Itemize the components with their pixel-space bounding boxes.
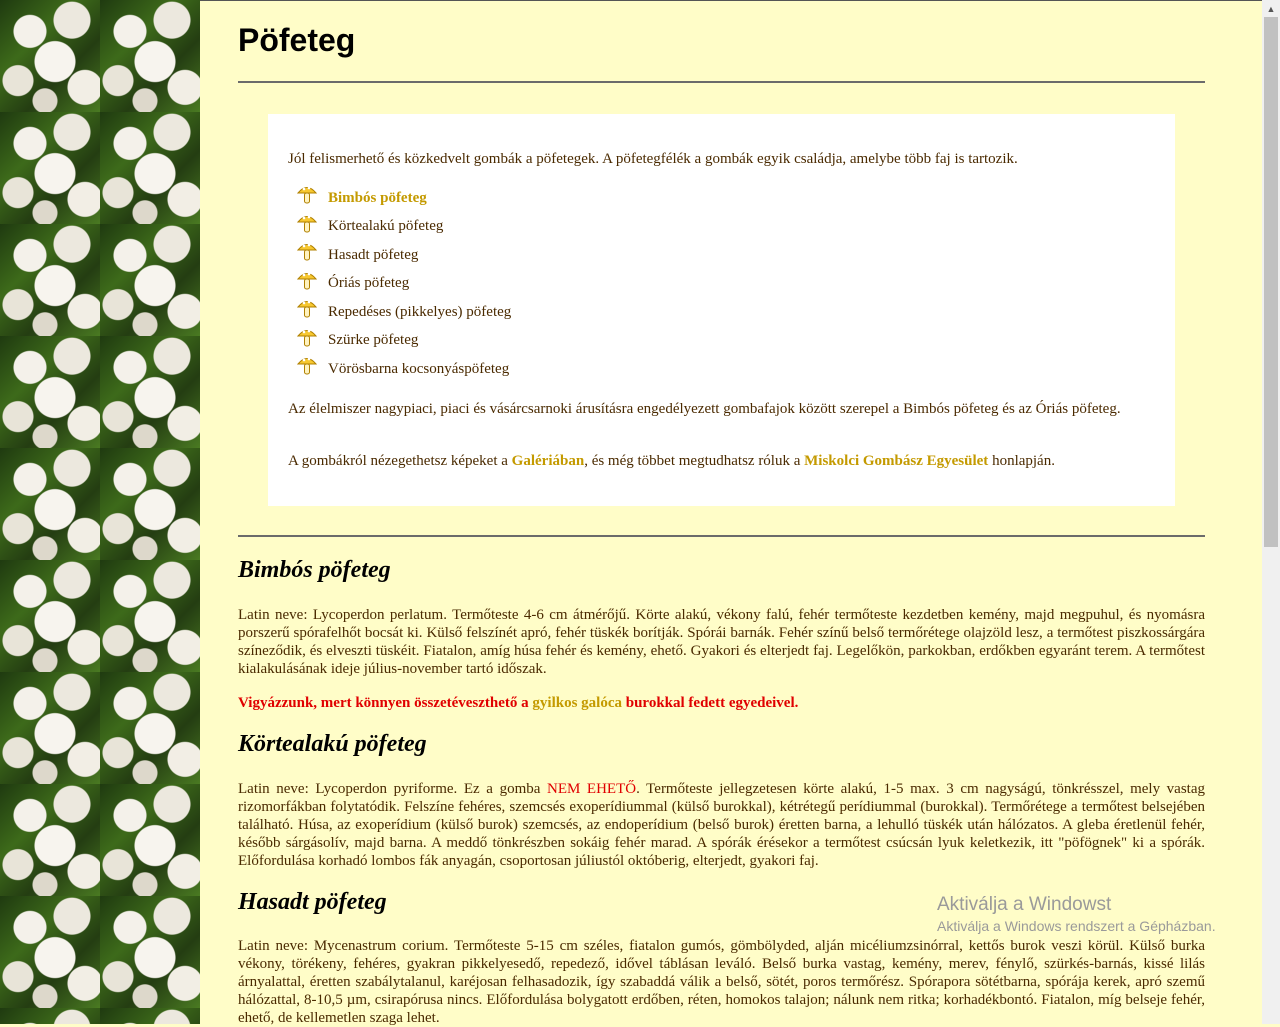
list-item: Óriás pöfeteg (296, 270, 511, 299)
scroll-up-arrow-icon[interactable]: ▲ (1262, 0, 1280, 17)
species-label: Repedéses (pikkelyes) pöfeteg (328, 303, 512, 320)
death-cap-link[interactable]: gyilkos galóca (532, 695, 622, 711)
warning-text: Vigyázzunk, mert könnyen összetéveszthet… (238, 695, 799, 711)
gallery-text: A gombákról nézegethetsz képeket a Galér… (288, 453, 1055, 469)
species-list: Bimbós pöfeteg Körtealakú pöfeteg Hasadt… (296, 184, 511, 384)
windows-activation-watermark: Aktiválja a Windowst Aktiválja a Windows… (937, 894, 1216, 934)
list-item: Hasadt pöfeteg (296, 241, 511, 270)
mushroom-icon (296, 272, 318, 290)
list-item: Vörösbarna kocsonyáspöfeteg (296, 355, 511, 384)
page-title: Pöfeteg (238, 22, 356, 58)
mushroom-icon (296, 186, 318, 204)
scroll-thumb[interactable] (1264, 17, 1278, 547)
mushroom-icon (296, 300, 318, 318)
list-item[interactable]: Bimbós pöfeteg (296, 184, 511, 213)
intro-text: Jól felismerhető és közkedvelt gombák a … (288, 151, 1018, 167)
list-item: Körtealakú pöfeteg (296, 213, 511, 242)
species-label: Hasadt pöfeteg (328, 246, 419, 263)
market-text: Az élelmiszer nagypiaci, piaci és vásárc… (288, 401, 1121, 417)
mushroom-icon (296, 357, 318, 375)
not-edible-label: NEM EHETŐ (547, 781, 637, 797)
section-text-kortealaku: Latin neve: Lycoperdon pyriforme. Ez a g… (238, 781, 1205, 869)
vertical-scrollbar[interactable]: ▲ (1262, 0, 1280, 1024)
divider-bottom (238, 535, 1205, 537)
species-label: Óriás pöfeteg (328, 275, 410, 292)
mushroom-icon (296, 243, 318, 261)
list-item: Szürke pöfeteg (296, 327, 511, 356)
section-title-bimbos: Bimbós pöfeteg (238, 557, 391, 583)
divider-top (238, 81, 1205, 83)
list-item: Repedéses (pikkelyes) pöfeteg (296, 298, 511, 327)
club-link[interactable]: Miskolci Gombász Egyesület (804, 453, 988, 469)
intro-box: Jól felismerhető és közkedvelt gombák a … (268, 114, 1175, 506)
species-link-bimbos[interactable]: Bimbós pöfeteg (328, 190, 427, 207)
species-label: Körtealakú pöfeteg (328, 218, 444, 235)
species-label: Szürke pöfeteg (328, 332, 419, 349)
mushroom-icon (296, 329, 318, 347)
section-text-bimbos: Latin neve: Lycoperdon perlatum. Termőte… (238, 607, 1205, 677)
species-label: Vörösbarna kocsonyáspöfeteg (328, 360, 510, 377)
section-text-hasadt: Latin neve: Mycenastrum corium. Termőtes… (238, 938, 1205, 1026)
top-border (200, 0, 1262, 1)
gallery-link[interactable]: Galériában (512, 453, 585, 469)
section-title-hasadt: Hasadt pöfeteg (238, 889, 387, 915)
section-title-kortealaku: Körtealakú pöfeteg (238, 731, 427, 757)
mushroom-photo-sidebar (0, 0, 200, 1024)
mushroom-icon (296, 215, 318, 233)
